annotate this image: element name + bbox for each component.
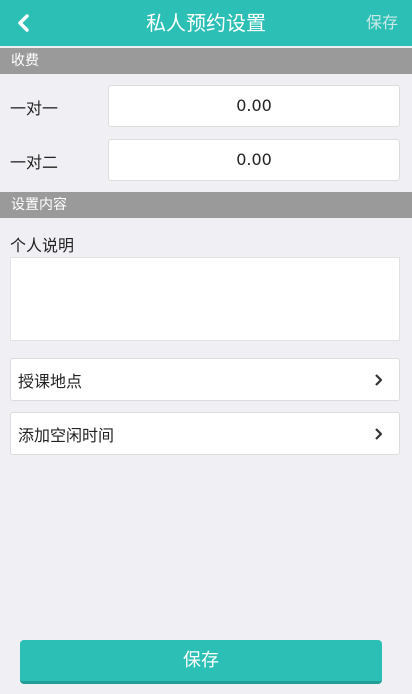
save-button[interactable]: 保存 [20, 640, 382, 684]
section-header-content: 设置内容 [0, 192, 412, 218]
chevron-right-icon [373, 427, 385, 441]
price-input-one-on-two[interactable]: 0.00 [108, 139, 400, 181]
top-bar: 私人预约设置 保存 [0, 0, 412, 46]
teaching-location-row[interactable]: 授课地点 [10, 358, 400, 401]
price-label-one-on-one: 一对一 [10, 99, 59, 118]
teaching-location-label: 授课地点 [18, 371, 83, 391]
description-textarea[interactable] [10, 257, 400, 341]
add-free-time-label: 添加空闲时间 [18, 425, 115, 445]
page-title: 私人预约设置 [146, 11, 266, 35]
price-input-one-on-one[interactable]: 0.00 [108, 85, 400, 127]
section-header-fee: 收费 [0, 48, 412, 74]
description-label: 个人说明 [10, 236, 75, 255]
chevron-right-icon [373, 373, 385, 387]
header-save-button[interactable]: 保存 [366, 0, 398, 46]
price-label-one-on-two: 一对二 [10, 153, 59, 172]
add-free-time-row[interactable]: 添加空闲时间 [10, 412, 400, 455]
